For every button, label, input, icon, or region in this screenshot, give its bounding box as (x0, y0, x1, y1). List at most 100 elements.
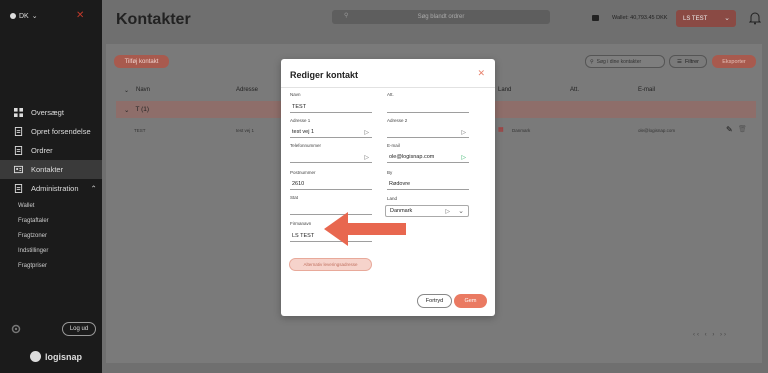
sidebar-item-administration[interactable]: Administration ⌃ (0, 179, 102, 198)
add-contact-button[interactable]: Tilføj kontakt (114, 55, 169, 68)
save-button[interactable]: Gem (454, 294, 487, 308)
logo-icon (30, 351, 41, 362)
gear-icon[interactable] (10, 323, 22, 335)
brand-name: logisnap (45, 351, 83, 362)
column-header-email[interactable]: E-mail (638, 87, 655, 93)
column-header-address[interactable]: Adresse (236, 87, 258, 93)
user-name: LS TEST (683, 15, 708, 22)
autofill-icon: ▷ (461, 155, 466, 161)
address2-label: Adresse 2 (387, 118, 408, 123)
att-label: Att. (387, 92, 394, 97)
email-field[interactable]: ole@logisnap.com ▷ (387, 152, 469, 163)
company-label: Firmanavn (290, 221, 312, 226)
delete-icon[interactable]: 🗑 (738, 125, 747, 133)
cancel-button[interactable]: Fortryd (417, 294, 452, 308)
att-field[interactable] (387, 102, 469, 113)
document-icon (14, 146, 23, 155)
address1-field[interactable]: test vej 1 ▷ (290, 127, 372, 138)
wallet-balance: Wallet: 40,793.45 DKK (612, 15, 668, 21)
autofill-icon: ▷ (364, 155, 369, 161)
sidebar-subitem-settings[interactable]: Indstillinger (0, 243, 102, 258)
header-search-input[interactable]: ⚲ Søg blandt ordrer (332, 10, 550, 24)
country-label: Land (387, 196, 398, 201)
annotation-arrow-icon (324, 212, 406, 246)
chevron-down-icon: ⌄ (124, 106, 130, 114)
sidebar-item-label: Ordrer (31, 146, 53, 155)
country-label: DK (19, 12, 29, 20)
sidebar-item-label: Administration (31, 184, 79, 193)
divider (281, 87, 495, 88)
address2-field[interactable]: ▷ (387, 127, 469, 138)
sidebar-item-label: Opret forsendelse (31, 127, 91, 136)
row-address: test vej 1 (236, 128, 255, 133)
sidebar-nav: Oversægt Opret forsendelse Ordrer Kontak… (0, 103, 102, 273)
city-label: By (387, 170, 393, 175)
sidebar-subitem-freight-zones[interactable]: Fragtzoner (0, 228, 102, 243)
modal-title: Rediger kontakt (290, 70, 359, 80)
name-label: Navn (290, 92, 301, 97)
autofill-icon: ▷ (364, 130, 369, 136)
brand-logo: logisnap (30, 351, 82, 362)
edit-contact-modal: Rediger kontakt ✕ Navn TEST Adresse 1 te… (281, 59, 495, 316)
email-label: E-mail (387, 143, 400, 148)
document-icon (14, 184, 23, 193)
alternative-delivery-button[interactable]: Alternativ leveringsadresse (289, 258, 372, 271)
sidebar: DK ⌄ ✕ Oversægt Opret forsendelse Ordrer (0, 0, 102, 373)
user-select[interactable]: LS TEST ⌄ (676, 10, 736, 27)
address1-value: test vej 1 (292, 129, 315, 135)
flag-icon (10, 13, 16, 19)
state-label: Stat (290, 195, 299, 200)
filter-button[interactable]: ☰ Filtrer (669, 55, 707, 68)
close-icon[interactable]: ✕ (76, 10, 84, 21)
row-email: ole@logisnap.com (638, 128, 676, 133)
flag-icon: ▦ (498, 127, 504, 133)
sidebar-item-create-shipment[interactable]: Opret forsendelse (0, 122, 102, 141)
chevron-down-icon: ⌄ (724, 15, 730, 22)
bell-icon[interactable] (748, 11, 762, 27)
contact-search-input[interactable]: ⚲ Søg i dine kontakter (585, 55, 665, 68)
name-field[interactable]: TEST (290, 102, 372, 113)
close-icon[interactable]: ✕ (477, 68, 485, 79)
sidebar-item-contacts[interactable]: Kontakter (0, 160, 102, 179)
postcode-label: Postnummer (290, 170, 316, 175)
wallet-icon (592, 15, 599, 21)
logout-button[interactable]: Log ud (62, 322, 96, 336)
sidebar-subitem-freight-agreements[interactable]: Fragtaftaler (0, 213, 102, 228)
row-country: Danmark (512, 128, 531, 133)
city-field[interactable]: Rødovre (387, 179, 469, 190)
chevron-down-icon: ⌄ (458, 208, 464, 215)
pagination[interactable]: ‹‹ ‹ › ›› (693, 332, 728, 338)
chevron-up-icon: ⌃ (90, 184, 97, 193)
search-placeholder: Søg blandt ordrer (417, 14, 465, 20)
address1-label: Adresse 1 (290, 118, 311, 123)
phone-label: Telefonnummer (290, 143, 322, 148)
country-selector[interactable]: DK ⌄ (10, 12, 38, 20)
sidebar-item-orders[interactable]: Ordrer (0, 141, 102, 160)
document-icon (14, 127, 23, 136)
chevron-down-icon[interactable]: ⌄ (124, 87, 129, 94)
autofill-icon: ▷ (445, 209, 450, 215)
edit-icon[interactable]: ✎ (726, 125, 733, 134)
group-label: T (1) (135, 106, 150, 113)
column-header-country[interactable]: Land (498, 87, 511, 93)
autofill-icon: ▷ (461, 130, 466, 136)
sidebar-subitem-wallet[interactable]: Wallet (0, 198, 102, 213)
search-icon: ⚲ (344, 13, 349, 19)
postcode-field[interactable]: 2610 (290, 179, 372, 190)
page-title: Kontakter (116, 11, 191, 28)
sidebar-item-overview[interactable]: Oversægt (0, 103, 102, 122)
phone-field[interactable]: ▷ (290, 152, 372, 163)
search-placeholder: Søg i dine kontakter (596, 58, 642, 65)
column-header-att[interactable]: Att. (570, 87, 579, 93)
email-value: ole@logisnap.com (389, 154, 435, 160)
sidebar-subitem-freight-prices[interactable]: Fragtpriser (0, 258, 102, 273)
grid-icon (14, 108, 23, 117)
search-icon: ⚲ (590, 58, 594, 65)
contacts-icon (14, 165, 23, 174)
chevron-down-icon: ⌄ (31, 13, 38, 20)
sidebar-item-label: Kontakter (31, 165, 64, 174)
column-header-name[interactable]: Navn (136, 87, 150, 93)
filter-icon: ☰ (677, 58, 682, 65)
sidebar-item-label: Oversægt (31, 108, 64, 117)
export-button[interactable]: Eksporter (712, 55, 756, 68)
